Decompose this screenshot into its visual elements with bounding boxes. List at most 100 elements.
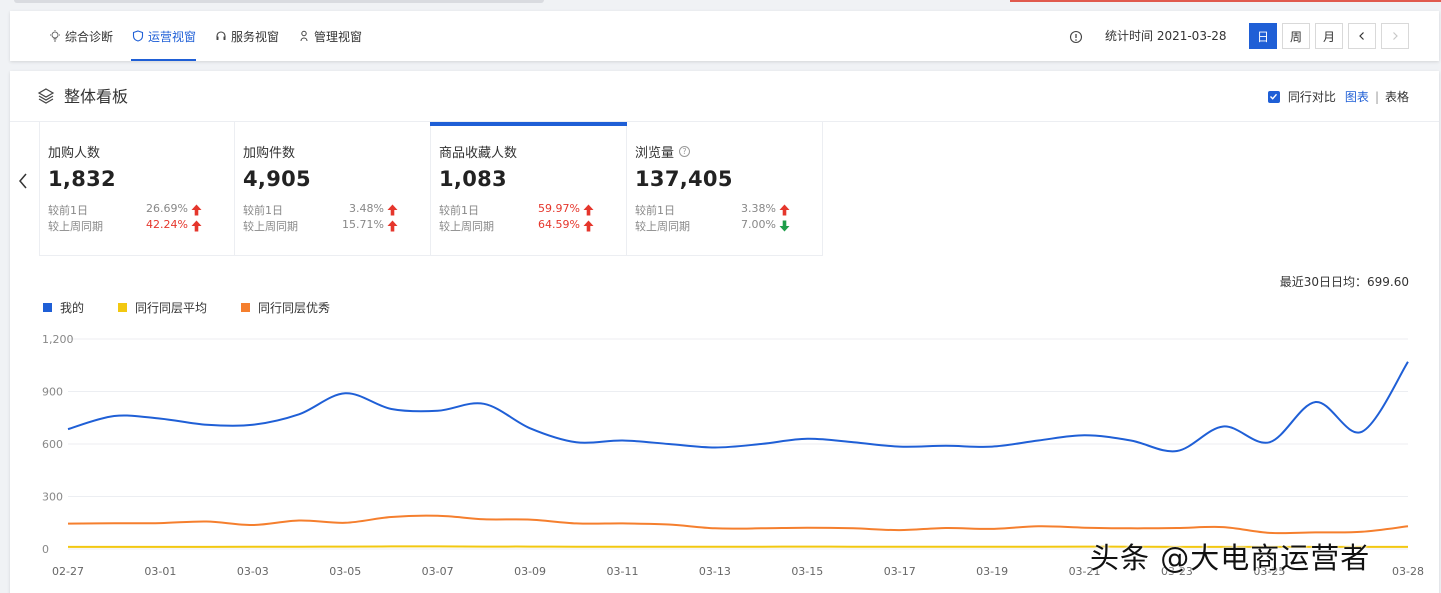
metric-card[interactable]: 加购件数 4,905 较前1日 3.48% 较上周同期 15.71% bbox=[235, 122, 431, 256]
layers-icon bbox=[37, 87, 55, 105]
arrow-up-icon bbox=[779, 204, 790, 216]
metric-card[interactable]: 商品收藏人数 1,083 较前1日 59.97% 较上周同期 64.59% bbox=[430, 122, 627, 256]
day-compare-value: 3.48% bbox=[349, 202, 384, 215]
metric-title: 加购人数 bbox=[48, 145, 101, 161]
week-compare-value: 7.00% bbox=[741, 218, 776, 231]
compare-controls: 同行对比 图表 | 表格 bbox=[1267, 71, 1409, 122]
y-tick-label: 600 bbox=[42, 438, 63, 451]
period-day-button[interactable]: 日 bbox=[1249, 23, 1277, 49]
metric-value: 1,083 bbox=[439, 167, 507, 191]
arrow-up-icon bbox=[583, 204, 594, 216]
view-separator: | bbox=[1374, 89, 1379, 104]
legend-item[interactable]: 同行同层平均 bbox=[118, 299, 207, 316]
x-tick-label: 03-13 bbox=[699, 565, 731, 578]
week-compare-row: 较上周同期 7.00% bbox=[635, 218, 814, 234]
arrow-up-icon bbox=[191, 220, 202, 232]
panel-header: 整体看板 同行对比 图表 | 表格 bbox=[10, 71, 1439, 122]
stat-time: 统计时间 2021-03-28 bbox=[1105, 29, 1227, 43]
x-tick-label: 03-07 bbox=[422, 565, 454, 578]
series-line-2 bbox=[67, 514, 1409, 535]
view-table-link[interactable]: 表格 bbox=[1385, 88, 1409, 105]
arrow-up-icon bbox=[583, 220, 594, 232]
next-date-button[interactable] bbox=[1381, 23, 1409, 49]
person-icon bbox=[297, 29, 311, 43]
legend-label: 同行同层平均 bbox=[135, 301, 208, 315]
x-tick-label: 03-09 bbox=[514, 565, 546, 578]
cards-prev-button[interactable] bbox=[16, 171, 30, 191]
metric-value: 4,905 bbox=[243, 167, 311, 191]
x-tick-label: 03-28 bbox=[1392, 565, 1424, 578]
prev-date-button[interactable] bbox=[1348, 23, 1376, 49]
week-compare-label: 较上周同期 bbox=[439, 220, 494, 233]
legend-item[interactable]: 同行同层优秀 bbox=[241, 299, 330, 316]
top-strip bbox=[0, 0, 1441, 4]
week-compare-row: 较上周同期 64.59% bbox=[439, 218, 618, 234]
tab-label: 运营视窗 bbox=[148, 29, 197, 44]
arrow-up-icon bbox=[191, 204, 202, 216]
headset-icon bbox=[214, 29, 228, 43]
x-tick-label: 03-19 bbox=[976, 565, 1008, 578]
day-compare-label: 较前1日 bbox=[48, 204, 88, 217]
day-compare-row: 较前1日 26.69% bbox=[48, 202, 226, 218]
compare-checkbox[interactable] bbox=[1267, 90, 1280, 103]
legend-item[interactable]: 我的 bbox=[43, 299, 84, 316]
tab-management-view[interactable]: 管理视窗 bbox=[297, 11, 362, 61]
series-line-0 bbox=[67, 361, 1409, 453]
x-tick-label: 03-03 bbox=[237, 565, 269, 578]
day-compare-row: 较前1日 3.38% bbox=[635, 202, 814, 218]
x-tick-label: 03-05 bbox=[329, 565, 361, 578]
chevron-right-icon bbox=[1393, 32, 1398, 40]
tab-service-view[interactable]: 服务视窗 bbox=[214, 11, 279, 61]
x-tick-label: 03-15 bbox=[791, 565, 823, 578]
tab-label: 服务视窗 bbox=[231, 29, 280, 44]
day-compare-label: 较前1日 bbox=[635, 204, 675, 217]
legend-label: 我的 bbox=[60, 301, 85, 315]
x-tick-label: 02-27 bbox=[52, 565, 84, 578]
period-week-button[interactable]: 周 bbox=[1282, 23, 1310, 49]
tab-comprehensive-diagnosis[interactable]: 综合诊断 bbox=[48, 11, 113, 61]
legend-swatch bbox=[241, 303, 251, 312]
day-compare-value: 59.97% bbox=[538, 202, 580, 215]
week-compare-label: 较上周同期 bbox=[635, 220, 690, 233]
metric-value: 137,405 bbox=[635, 167, 733, 191]
day-compare-label: 较前1日 bbox=[243, 204, 283, 217]
tab-label: 综合诊断 bbox=[65, 29, 114, 44]
arrow-up-icon bbox=[387, 204, 398, 216]
day-compare-label: 较前1日 bbox=[439, 204, 479, 217]
day-compare-row: 较前1日 59.97% bbox=[439, 202, 618, 218]
legend-swatch bbox=[43, 303, 52, 312]
metric-title: 浏览量? bbox=[635, 142, 814, 161]
shield-icon bbox=[131, 29, 145, 43]
info-icon[interactable] bbox=[1069, 29, 1083, 44]
week-compare-value: 64.59% bbox=[538, 218, 580, 231]
y-tick-label: 900 bbox=[42, 386, 63, 399]
arrow-down-icon bbox=[779, 220, 790, 232]
watermark-text: 头条 @大电商运营者 bbox=[1090, 541, 1371, 575]
period-month-button[interactable]: 月 bbox=[1315, 23, 1343, 49]
metric-card[interactable]: 浏览量? 137,405 较前1日 3.38% 较上周同期 7.00% bbox=[627, 122, 823, 256]
x-tick-label: 03-11 bbox=[606, 565, 638, 578]
x-tick-label: 03-01 bbox=[144, 565, 176, 578]
y-tick-label: 300 bbox=[42, 491, 63, 504]
panel-title: 整体看板 bbox=[64, 87, 129, 106]
compare-label[interactable]: 同行对比 bbox=[1288, 88, 1336, 105]
avg-30-days: 最近30日日均：699.60 bbox=[1279, 275, 1409, 289]
arrow-up-icon bbox=[387, 220, 398, 232]
tab-operations-view[interactable]: 运营视窗 bbox=[131, 11, 197, 61]
x-tick-label: 03-17 bbox=[884, 565, 916, 578]
metric-card[interactable]: 加购人数 1,832 较前1日 26.69% 较上周同期 42.24% bbox=[39, 122, 235, 256]
metric-title: 商品收藏人数 bbox=[439, 145, 518, 161]
day-compare-row: 较前1日 3.48% bbox=[243, 202, 422, 218]
y-tick-label: 1,200 bbox=[42, 333, 74, 346]
legend-label: 同行同层优秀 bbox=[258, 301, 331, 315]
help-icon[interactable]: ? bbox=[679, 145, 691, 157]
tab-label: 管理视窗 bbox=[314, 29, 363, 44]
view-chart-link[interactable]: 图表 bbox=[1345, 88, 1369, 105]
legend-swatch bbox=[118, 303, 128, 312]
chevron-left-icon bbox=[1359, 32, 1364, 40]
week-compare-value: 15.71% bbox=[342, 218, 384, 231]
bulb-icon bbox=[48, 29, 62, 43]
chevron-left-icon bbox=[19, 173, 27, 189]
overview-panel: 整体看板 同行对比 图表 | 表格 加购人数 1,832 较前1日 26.69% 较上周… bbox=[10, 71, 1439, 593]
metric-cards: 加购人数 1,832 较前1日 26.69% 较上周同期 42.24% 加购件数 4,905 较… bbox=[39, 122, 823, 256]
